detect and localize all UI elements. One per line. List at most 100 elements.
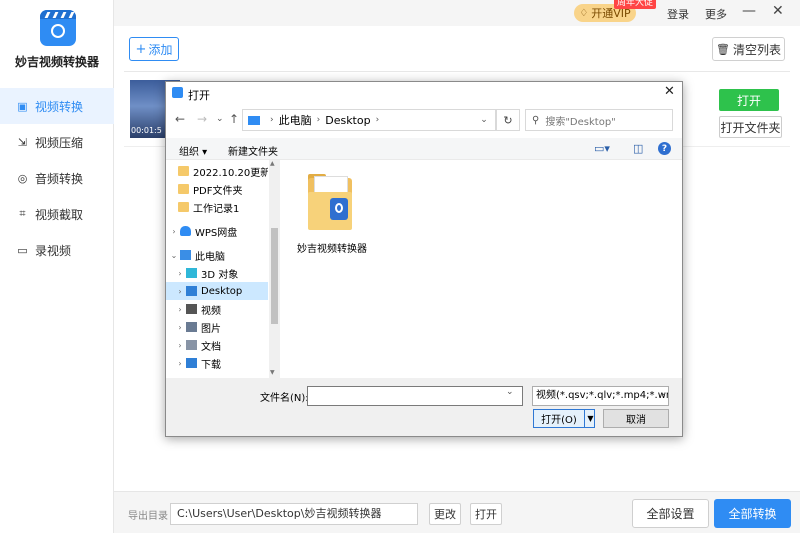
sidebar-item-label: 录视频 xyxy=(35,243,72,258)
tree-item-desktop[interactable]: › Desktop xyxy=(166,282,268,300)
add-button[interactable]: + 添加 xyxy=(129,37,179,61)
chevron-right-icon[interactable]: › xyxy=(174,323,186,332)
search-icon: ⚲ xyxy=(532,114,540,126)
export-path-field[interactable]: C:\Users\User\Desktop\妙吉视频转换器 xyxy=(170,503,418,525)
chevron-right-icon: › xyxy=(375,115,380,125)
chevron-right-icon[interactable]: › xyxy=(168,227,180,236)
chevron-down-icon[interactable]: ⌄ xyxy=(168,251,180,260)
clear-list-button[interactable]: 🗑 清空列表 xyxy=(712,37,785,61)
chevron-down-icon[interactable]: ⌄ xyxy=(660,388,668,398)
sidebar-item-video-convert[interactable]: ▣ 视频转换 xyxy=(0,88,114,124)
sidebar-item-video-compress[interactable]: ⇲ 视频压缩 xyxy=(0,124,114,160)
folder-icon xyxy=(178,202,189,212)
back-arrow-icon[interactable]: ← xyxy=(175,112,185,126)
scroll-up-icon[interactable]: ▲ xyxy=(270,160,275,167)
tree-item[interactable]: › 视频 xyxy=(166,300,268,318)
chevron-down-icon[interactable]: ⌄ xyxy=(506,387,514,397)
chevron-right-icon[interactable]: › xyxy=(174,341,186,350)
filename-label: 文件名(N): xyxy=(260,393,309,404)
search-placeholder: 搜索"Desktop" xyxy=(545,116,616,128)
login-link[interactable]: 登录 xyxy=(667,6,689,22)
scrollbar-thumb[interactable] xyxy=(271,228,278,324)
pc-icon xyxy=(248,115,260,125)
recent-dropdown-icon[interactable]: ⌄ xyxy=(216,114,224,124)
dialog-title: 打开 xyxy=(188,89,210,102)
documents-icon xyxy=(186,340,197,350)
scroll-down-icon[interactable]: ▼ xyxy=(270,369,275,376)
file-item[interactable]: 妙吉视频转换器 xyxy=(282,160,382,260)
open-folder-button[interactable]: 打开文件夹 xyxy=(719,116,782,138)
tree-item-label: Desktop xyxy=(201,285,243,297)
breadcrumb-root[interactable]: 此电脑 xyxy=(279,112,312,128)
chevron-right-icon: › xyxy=(270,115,274,125)
app-logo-icon xyxy=(40,10,76,46)
dialog-navigation: ← → ⌄ ↑ › 此电脑 › Desktop › ⌄ ↻ ⚲ 搜索"Deskt… xyxy=(166,104,682,136)
change-dir-button[interactable]: 更改 xyxy=(429,503,461,525)
tree-item[interactable]: 工作记录1 xyxy=(166,198,268,216)
dialog-open-label: 打开(O) xyxy=(541,415,577,426)
sidebar-item-label: 音频转换 xyxy=(35,171,84,186)
filetype-select[interactable]: 视频(*.qsv;*.qlv;*.mp4;*.wmv;* xyxy=(532,386,669,406)
close-app-button[interactable]: ✕ xyxy=(772,3,784,19)
chevron-right-icon[interactable]: › xyxy=(174,359,186,368)
record-icon: ▭ xyxy=(17,243,28,257)
chevron-right-icon: › xyxy=(316,115,321,125)
open-output-button[interactable]: 打开 xyxy=(719,89,779,111)
bottom-bar: 导出目录 C:\Users\User\Desktop\妙吉视频转换器 更改 打开… xyxy=(114,491,800,533)
new-folder-button[interactable]: 新建文件夹 xyxy=(228,143,278,158)
forward-arrow-icon[interactable]: → xyxy=(197,112,207,126)
refresh-button[interactable]: ↻ xyxy=(496,109,520,131)
tree-item[interactable]: › 图片 xyxy=(166,318,268,336)
chevron-right-icon[interactable]: › xyxy=(174,269,186,278)
file-list: 妙吉视频转换器 xyxy=(282,160,682,378)
address-dropdown-icon[interactable]: ⌄ xyxy=(473,109,495,131)
file-item-label: 妙吉视频转换器 xyxy=(297,244,367,255)
chevron-right-icon[interactable]: › xyxy=(174,305,186,314)
more-link[interactable]: 更多 xyxy=(705,6,727,22)
tree-item[interactable]: › 3D 对象 xyxy=(166,264,268,282)
minimize-button[interactable]: — xyxy=(742,3,756,19)
navigation-tree: 2022.10.20更新 PDF文件夹 工作记录1 › WPS网盘 ⌄ 此电脑 … xyxy=(166,160,280,378)
organize-menu[interactable]: 组织 ▾ xyxy=(179,143,207,158)
breadcrumb-current[interactable]: Desktop xyxy=(325,114,370,127)
sidebar-item-audio-convert[interactable]: ◎ 音频转换 xyxy=(0,160,114,196)
cut-icon: ⌗ xyxy=(19,207,26,220)
divider xyxy=(124,71,790,72)
open-split-dropdown-icon[interactable]: ▼ xyxy=(584,410,596,427)
folder-icon xyxy=(178,184,189,194)
help-icon[interactable]: ? xyxy=(658,142,671,155)
sidebar-item-video-cut[interactable]: ⌗ 视频截取 xyxy=(0,196,114,232)
tree-item-label: 此电脑 xyxy=(195,251,225,263)
all-settings-button[interactable]: 全部设置 xyxy=(632,499,709,528)
sidebar-nav: ▣ 视频转换 ⇲ 视频压缩 ◎ 音频转换 ⌗ 视频截取 ▭ 录视频 xyxy=(0,88,114,268)
chevron-right-icon[interactable]: › xyxy=(174,287,186,296)
tree-item[interactable]: › 文档 xyxy=(166,336,268,354)
open-dir-button[interactable]: 打开 xyxy=(470,503,502,525)
filename-input[interactable] xyxy=(307,386,523,406)
preview-pane-icon[interactable]: ◫ xyxy=(633,142,643,155)
sidebar-item-record-video[interactable]: ▭ 录视频 xyxy=(0,232,114,268)
dialog-close-button[interactable]: ✕ xyxy=(664,84,675,99)
open-file-dialog: 打开 ✕ ← → ⌄ ↑ › 此电脑 › Desktop › ⌄ ↻ ⚲ 搜索"… xyxy=(165,81,683,437)
thumbnail-duration: 00:01:5 xyxy=(131,126,162,135)
convert-all-button[interactable]: 全部转换 xyxy=(714,499,791,528)
tree-item-label: 图片 xyxy=(201,323,221,335)
diamond-icon: ♢ xyxy=(579,7,589,19)
download-icon xyxy=(186,358,197,368)
sidebar-item-label: 视频截取 xyxy=(35,207,84,222)
tree-item[interactable]: ⌄ 此电脑 xyxy=(166,246,268,264)
sidebar: 妙吉视频转换器 ▣ 视频转换 ⇲ 视频压缩 ◎ 音频转换 ⌗ 视频截取 ▭ 录视… xyxy=(0,0,114,533)
view-options-icon[interactable]: ▭▾ xyxy=(594,142,610,155)
search-box[interactable]: ⚲ 搜索"Desktop" xyxy=(525,109,673,131)
sidebar-item-label: 视频压缩 xyxy=(35,135,84,150)
app-name: 妙吉视频转换器 xyxy=(14,55,99,69)
tree-item-label: 2022.10.20更新 xyxy=(193,167,268,179)
dialog-cancel-button[interactable]: 取消 xyxy=(603,409,669,428)
tree-item[interactable]: 2022.10.20更新 xyxy=(166,162,268,180)
tree-item[interactable]: › 下载 xyxy=(166,354,268,372)
address-bar[interactable]: › 此电脑 › Desktop › xyxy=(242,109,496,131)
plus-icon: + xyxy=(135,41,147,57)
up-arrow-icon[interactable]: ↑ xyxy=(229,112,239,126)
tree-item[interactable]: › WPS网盘 xyxy=(166,222,268,240)
tree-item[interactable]: PDF文件夹 xyxy=(166,180,268,198)
